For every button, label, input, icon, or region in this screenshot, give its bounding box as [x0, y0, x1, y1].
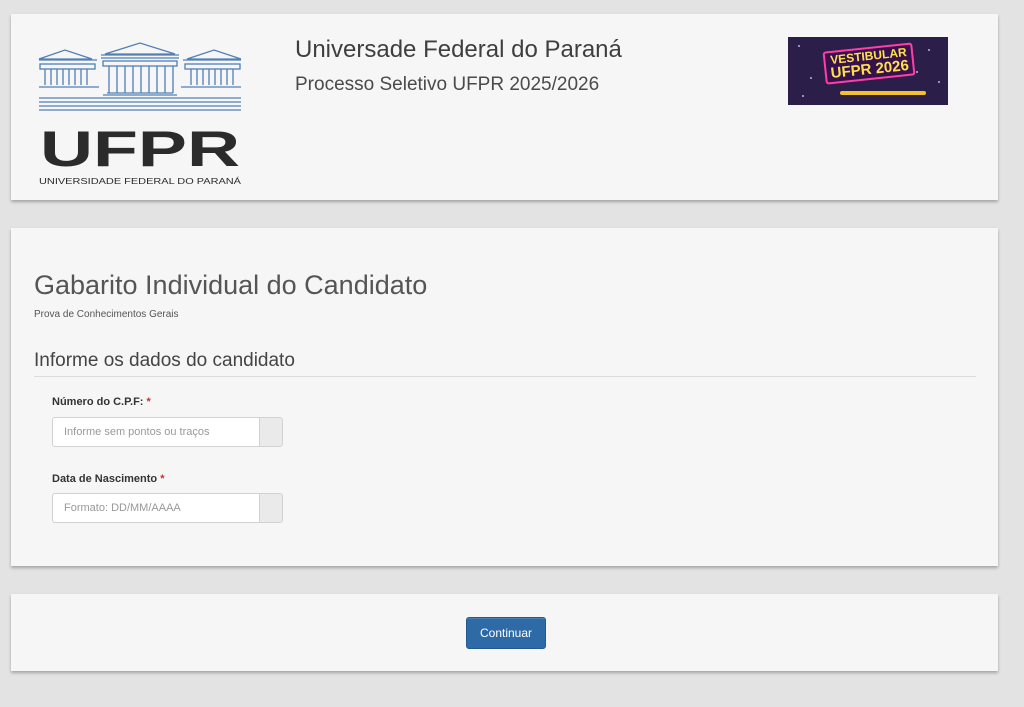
- logo-wordmark: UFPR: [40, 121, 240, 177]
- vestibular-banner: VESTIBULAR UFPR 2026: [788, 37, 948, 105]
- birth-date-label-text: Data de Nascimento: [52, 473, 158, 485]
- logo-caption: UNIVERSIDADE FEDERAL DO PARANÁ: [39, 176, 241, 186]
- birth-date-input-addon: [259, 493, 283, 523]
- cpf-input-addon: [259, 417, 283, 447]
- birth-date-input-group: [52, 493, 283, 523]
- cpf-label-text: Número do C.P.F:: [52, 396, 144, 408]
- cpf-label: Número do C.P.F: *: [52, 396, 151, 408]
- ufpr-logo: UFPR UNIVERSIDADE FEDERAL DO PARANÁ: [37, 41, 243, 187]
- section-divider: [34, 376, 976, 377]
- header-card: UFPR UNIVERSIDADE FEDERAL DO PARANÁ Univ…: [11, 14, 998, 200]
- birth-date-label: Data de Nascimento *: [52, 473, 165, 485]
- process-name: Processo Seletivo UFPR 2025/2026: [295, 74, 600, 95]
- section-title: Informe os dados do candidato: [34, 350, 295, 371]
- cpf-input-group: [52, 417, 283, 447]
- birth-date-required-mark: *: [160, 473, 165, 485]
- cpf-required-mark: *: [146, 396, 151, 408]
- continue-button[interactable]: Continuar: [466, 617, 546, 649]
- birth-date-input[interactable]: [52, 493, 259, 523]
- form-card: Gabarito Individual do Candidato Prova d…: [11, 228, 998, 566]
- page-title: Gabarito Individual do Candidato: [34, 270, 428, 300]
- university-name: Universade Federal do Paraná: [295, 36, 622, 63]
- page-subtitle: Prova de Conhecimentos Gerais: [34, 309, 179, 320]
- action-card: Continuar: [11, 594, 998, 671]
- cpf-input[interactable]: [52, 417, 259, 447]
- banner-strip: [840, 91, 926, 95]
